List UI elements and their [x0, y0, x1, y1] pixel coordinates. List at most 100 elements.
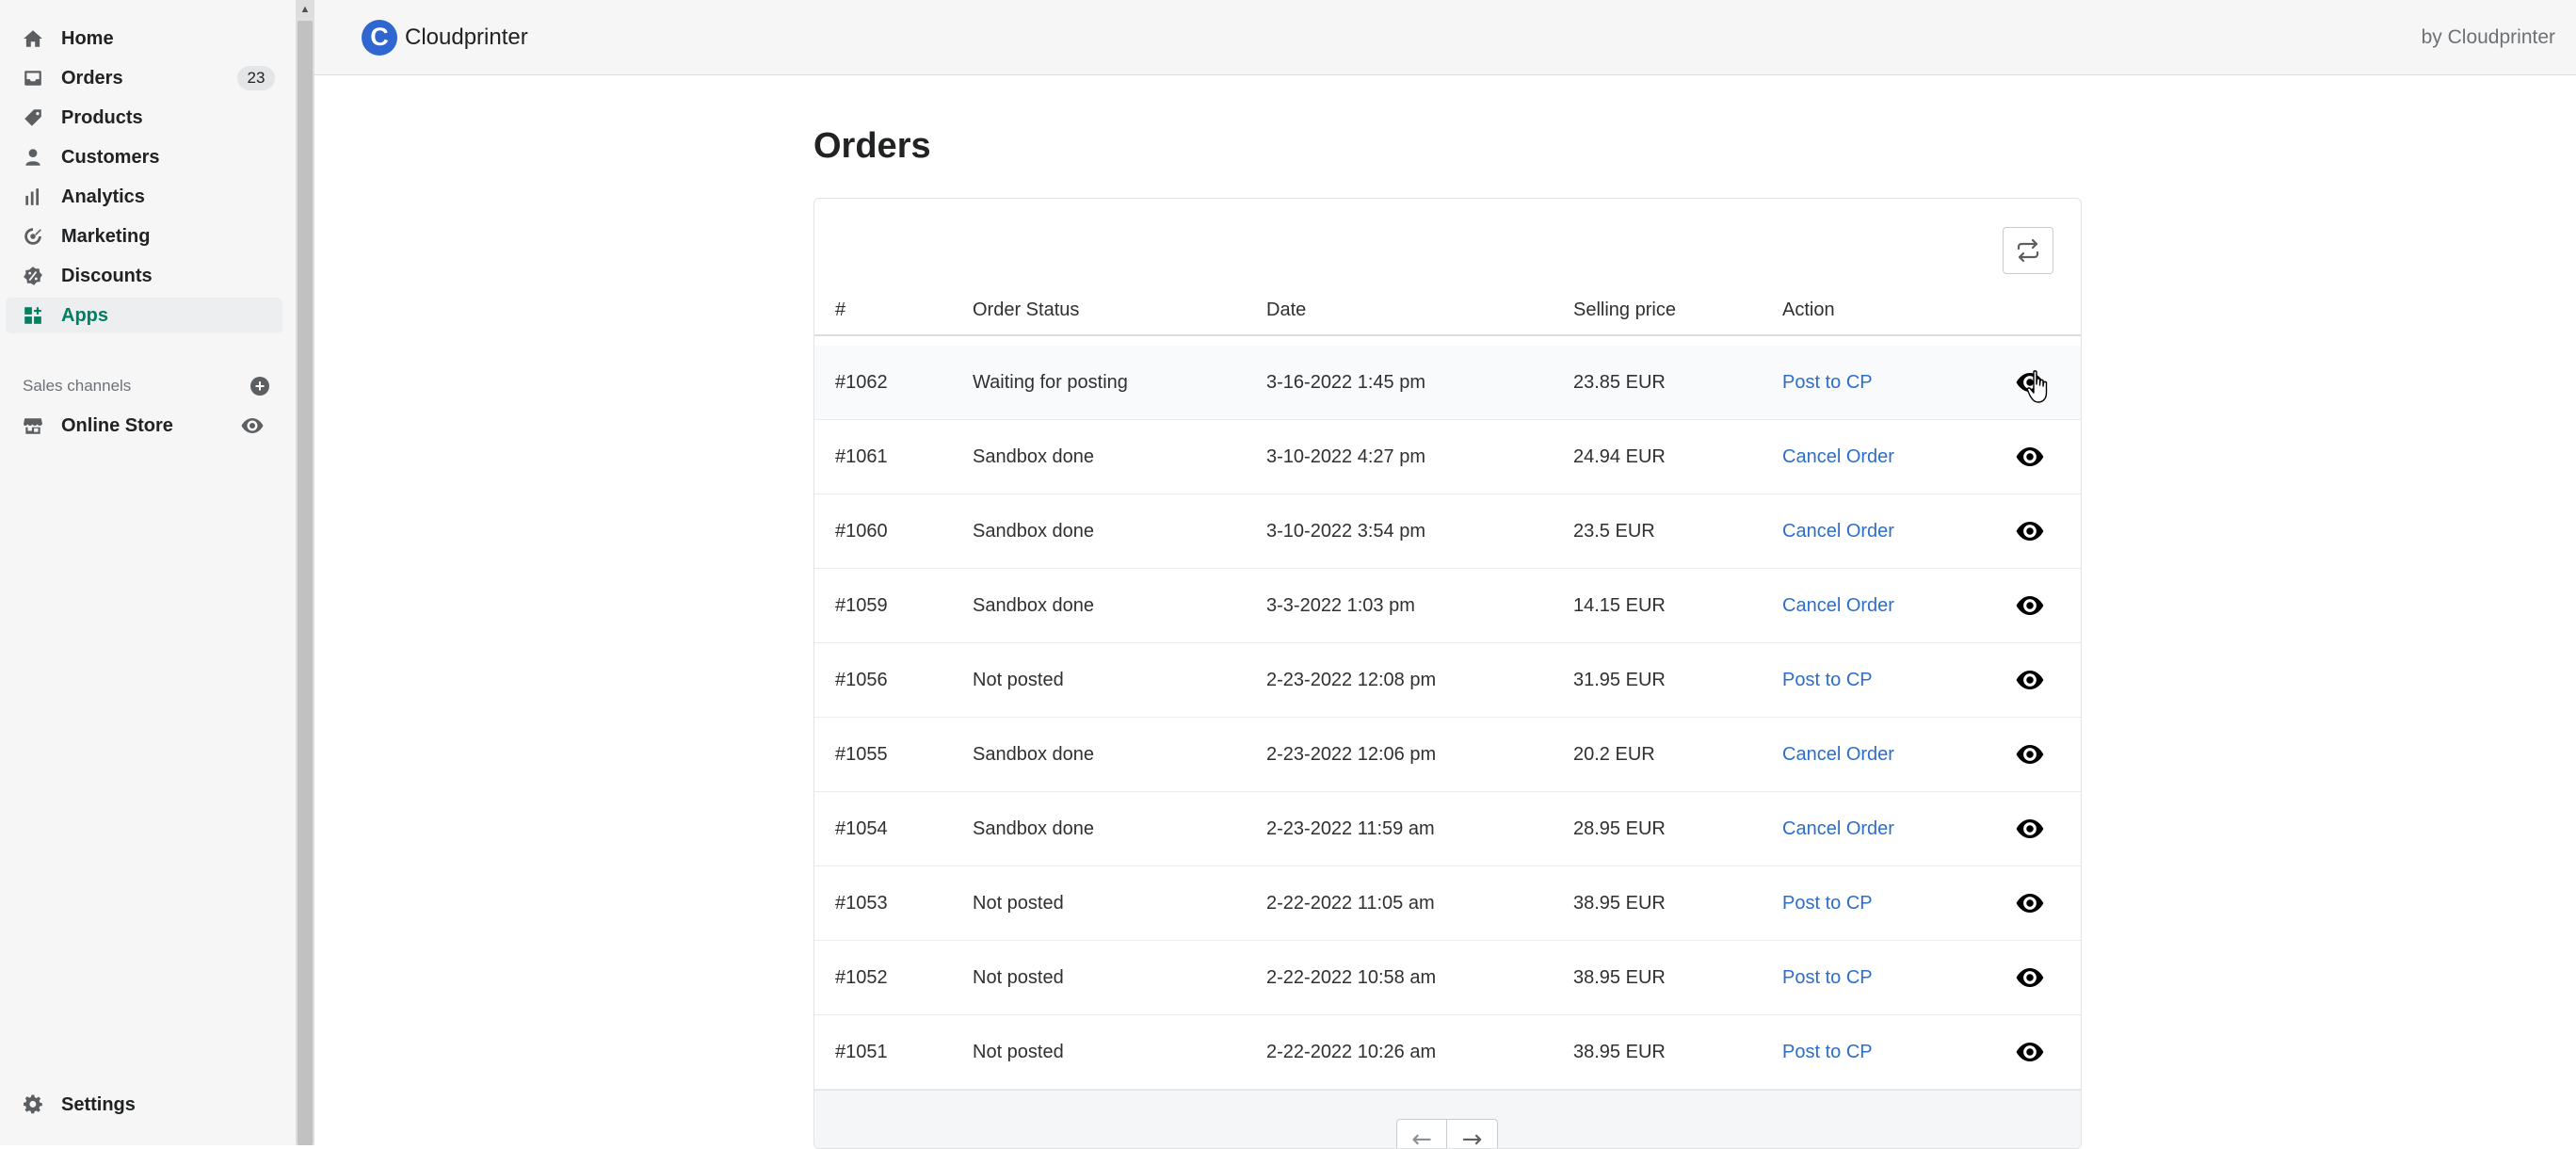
sidebar-item-discounts[interactable]: Discounts [6, 258, 282, 294]
sidebar-scrollbar[interactable]: ▲ [296, 0, 314, 1145]
view-order-eye-icon[interactable] [2016, 669, 2044, 691]
order-price: 20.2 EUR [1573, 744, 1655, 765]
order-action-link[interactable]: Cancel Order [1782, 494, 1894, 569]
order-date: 2-23-2022 12:06 pm [1266, 744, 1437, 765]
order-status: Not posted [973, 670, 1064, 690]
order-price: 23.85 EUR [1573, 372, 1666, 393]
app-name: Cloudprinter [405, 24, 528, 50]
order-action-link[interactable]: Cancel Order [1782, 420, 1894, 494]
scroll-up-arrow-icon[interactable]: ▲ [296, 0, 314, 19]
column-header-date: Date [1266, 299, 1307, 320]
column-header-action: Action [1782, 299, 1835, 320]
sales-channels-label: Sales channels [23, 377, 132, 395]
order-price: 38.95 EUR [1573, 1042, 1666, 1062]
add-sales-channel-button[interactable]: + [250, 377, 269, 396]
sidebar-item-label: Settings [61, 1093, 136, 1115]
order-action-link[interactable]: Post to CP [1782, 866, 1873, 941]
order-date: 2-22-2022 10:58 am [1266, 967, 1437, 988]
order-number: #1051 [835, 1042, 888, 1062]
orders-card: # Order Status Date Selling price Action… [813, 198, 2082, 1149]
table-row: #1055 Sandbox done 2-23-2022 12:06 pm 20… [814, 718, 2081, 792]
order-action-link[interactable]: Cancel Order [1782, 792, 1894, 866]
order-number: #1053 [835, 893, 888, 914]
order-action-link[interactable]: Post to CP [1782, 643, 1873, 718]
sidebar-item-label: Orders [61, 67, 123, 89]
sidebar-item-customers[interactable]: Customers [6, 139, 282, 175]
table-row: #1051 Not posted 2-22-2022 10:26 am 38.9… [814, 1015, 2081, 1090]
sidebar-item-online-store[interactable]: Online Store [6, 408, 282, 444]
order-price: 24.94 EUR [1573, 446, 1666, 467]
page-title: Orders [813, 126, 931, 166]
view-order-eye-icon[interactable] [2016, 743, 2044, 766]
order-status: Not posted [973, 893, 1064, 914]
order-date: 3-10-2022 3:54 pm [1266, 521, 1426, 542]
apps-icon [22, 304, 44, 327]
order-number: #1061 [835, 446, 888, 467]
order-status: Sandbox done [973, 818, 1095, 839]
table-row: #1056 Not posted 2-23-2022 12:08 pm 31.9… [814, 643, 2081, 718]
view-order-eye-icon[interactable] [2016, 594, 2044, 617]
table-header: # Order Status Date Selling price Action [814, 283, 2081, 336]
view-order-eye-icon[interactable] [2016, 892, 2044, 914]
view-order-eye-icon[interactable] [2016, 966, 2044, 989]
scroll-thumb[interactable] [298, 21, 313, 1145]
order-date: 2-23-2022 11:59 am [1266, 818, 1435, 839]
orders-icon [22, 67, 44, 89]
order-date: 2-23-2022 12:08 pm [1266, 670, 1437, 690]
sidebar-item-settings[interactable]: Settings [6, 1087, 282, 1123]
order-number: #1062 [835, 372, 888, 393]
order-price: 31.95 EUR [1573, 670, 1666, 690]
sidebar-item-label: Products [61, 106, 143, 128]
target-icon [22, 225, 44, 248]
table-row: #1059 Sandbox done 3-3-2022 1:03 pm 14.1… [814, 569, 2081, 643]
table-row: #1060 Sandbox done 3-10-2022 3:54 pm 23.… [814, 494, 2081, 569]
order-number: #1052 [835, 967, 888, 988]
person-icon [22, 146, 44, 169]
order-price: 23.5 EUR [1573, 521, 1655, 542]
gear-icon [22, 1093, 44, 1116]
order-action-link[interactable]: Post to CP [1782, 346, 1873, 420]
table-row: #1062 Waiting for posting 3-16-2022 1:45… [814, 346, 2081, 420]
next-page-button[interactable]: → [1447, 1119, 1498, 1148]
order-status: Not posted [973, 967, 1064, 988]
order-status: Sandbox done [973, 446, 1095, 467]
previous-page-button[interactable]: ← [1396, 1119, 1447, 1148]
view-order-eye-icon[interactable] [2016, 520, 2044, 542]
sync-orders-button[interactable] [2003, 227, 2053, 274]
table-row: #1054 Sandbox done 2-23-2022 11:59 am 28… [814, 792, 2081, 866]
sidebar-item-products[interactable]: Products [6, 100, 282, 136]
pagination-footer: ← → [814, 1090, 2081, 1148]
order-action-link[interactable]: Cancel Order [1782, 718, 1894, 792]
order-date: 3-3-2022 1:03 pm [1266, 595, 1415, 616]
sidebar-item-analytics[interactable]: Analytics [6, 179, 282, 215]
tag-icon [22, 106, 44, 129]
order-action-link[interactable]: Cancel Order [1782, 569, 1894, 643]
sidebar-item-label: Analytics [61, 186, 145, 207]
view-order-eye-icon[interactable] [2016, 371, 2044, 394]
column-header-number: # [835, 299, 846, 320]
order-number: #1055 [835, 744, 888, 765]
home-icon [22, 27, 44, 50]
sync-icon [2017, 238, 2039, 263]
order-status: Sandbox done [973, 521, 1095, 542]
view-order-eye-icon[interactable] [2016, 817, 2044, 840]
view-order-eye-icon[interactable] [2016, 1041, 2044, 1063]
sidebar-item-home[interactable]: Home [6, 21, 282, 57]
order-action-link[interactable]: Post to CP [1782, 941, 1873, 1015]
order-status: Sandbox done [973, 744, 1095, 765]
eye-icon [241, 418, 264, 433]
pagination: ← → [1396, 1119, 1498, 1148]
order-price: 38.95 EUR [1573, 893, 1666, 914]
view-online-store-button[interactable] [241, 415, 264, 436]
sidebar-item-orders[interactable]: Orders 23 [6, 60, 282, 96]
order-status: Waiting for posting [973, 372, 1128, 393]
orders-count-badge: 23 [237, 66, 275, 90]
sales-channels-header: Sales channels + [23, 375, 269, 397]
sidebar-item-label: Customers [61, 146, 160, 168]
order-status: Sandbox done [973, 595, 1095, 616]
sidebar-item-marketing[interactable]: Marketing [6, 218, 282, 254]
view-order-eye-icon[interactable] [2016, 445, 2044, 468]
order-date: 2-22-2022 11:05 am [1266, 893, 1435, 914]
order-action-link[interactable]: Post to CP [1782, 1015, 1873, 1090]
sidebar-item-apps[interactable]: Apps [6, 298, 282, 333]
